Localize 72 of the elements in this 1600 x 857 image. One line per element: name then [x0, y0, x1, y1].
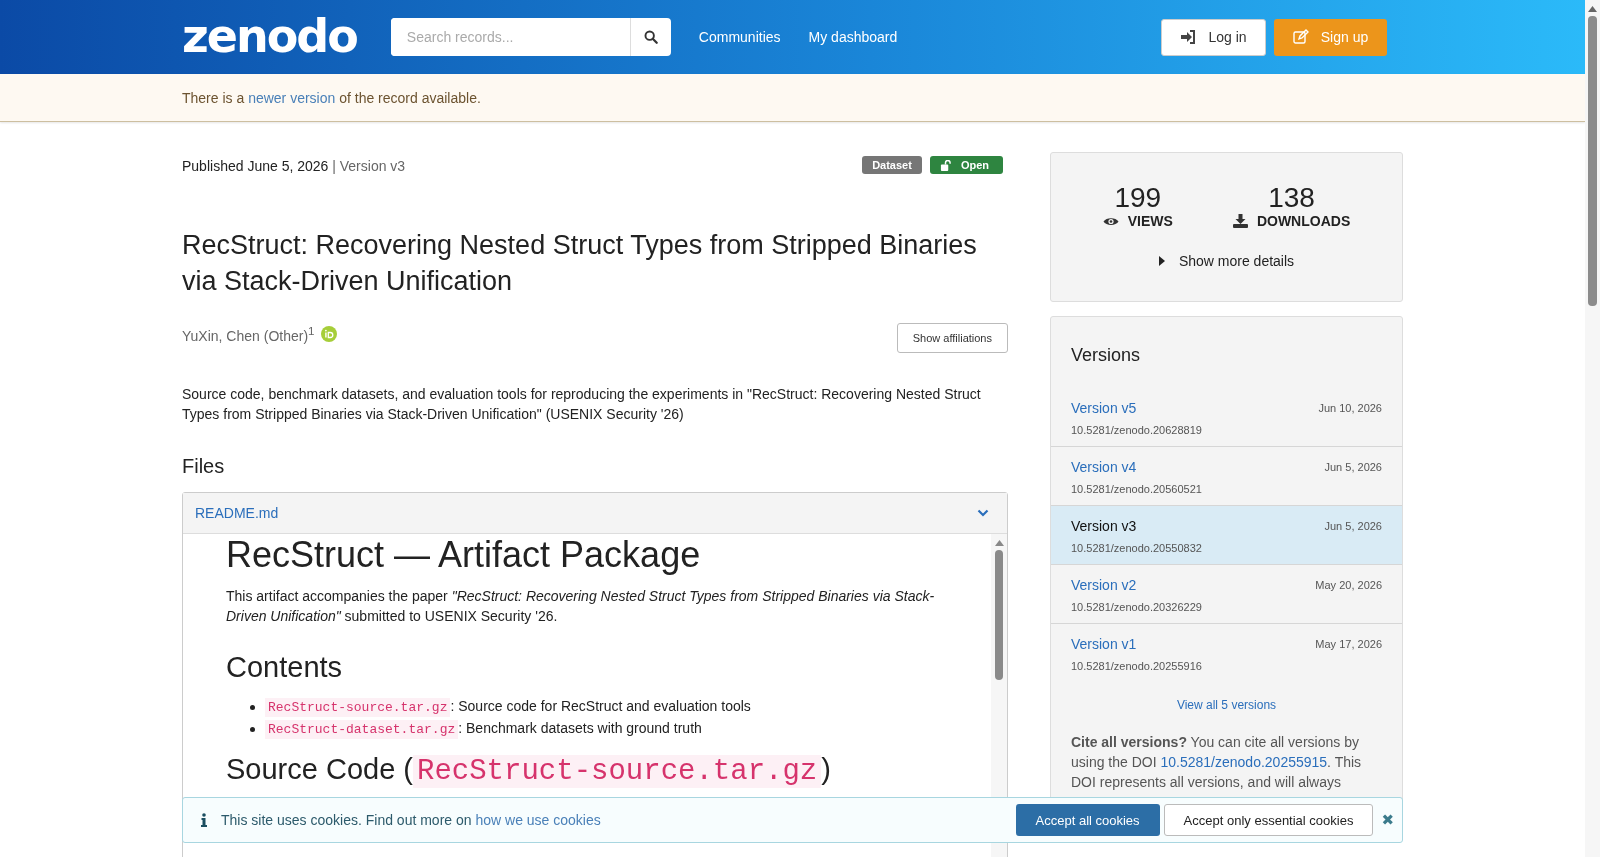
scrollbar-thumb[interactable]	[1588, 16, 1597, 306]
downloads-count: 138	[1268, 183, 1315, 213]
nav-link[interactable]: Communities	[698, 29, 781, 45]
sign-in-icon	[1180, 30, 1197, 44]
version-date: Jun 10, 2026	[1318, 402, 1382, 414]
version-doi: 10.5281/zenodo.20560521	[1071, 483, 1203, 495]
show-affiliations-button[interactable]: Show affiliations	[896, 323, 1008, 353]
version-date: Jun 5, 2026	[1324, 461, 1382, 473]
version-date: Jun 5, 2026	[1324, 520, 1382, 532]
publish-info: Published June 5, 2026 | Version v3	[182, 157, 406, 174]
version-doi: 10.5281/zenodo.20628819	[1071, 424, 1203, 436]
cookie-policy-link[interactable]: how we use cookies	[475, 812, 601, 828]
versions-heading: Versions	[1070, 344, 1142, 367]
version-date: May 17, 2026	[1315, 638, 1382, 650]
version-label: Version v4	[1071, 459, 1137, 475]
download-icon	[1232, 214, 1248, 228]
file-name[interactable]: README.md	[195, 505, 279, 521]
edit-icon	[1292, 29, 1309, 45]
readme-heading: Contents	[226, 650, 344, 684]
bullet-icon	[250, 726, 255, 732]
logo[interactable]: zenodo	[182, 8, 361, 66]
list-item: RecStruct-dataset.tar.gz : Benchmark datasets with ground truth	[265, 718, 702, 740]
scroll-up-icon[interactable]	[1588, 6, 1597, 12]
cite-all-versions-text: Cite all versions? You can cite all versions by using the DOI 10.5281/zenodo.20255915. This DOI represents all versions, and will always	[1071, 733, 1363, 792]
cookie-notice-text: This site uses cookies. Find out more on how we use cookies	[221, 812, 601, 828]
version-item[interactable]: Version v5 Jun 10, 2026 10.5281/zenodo.20628819	[1051, 388, 1402, 447]
version-label: Version v1	[1071, 636, 1137, 652]
nav-link[interactable]: My dashboard	[808, 29, 898, 45]
readme-paragraph: This artifact accompanies the paper "RecStruct: Recovering Nested Struct Types from Stripped Binaries via Stack-Driven Unification" submitted to USENIX Security '26.	[226, 587, 936, 626]
version-item[interactable]: Version v3 Jun 5, 2026 10.5281/zenodo.20550832	[1051, 506, 1402, 565]
close-button[interactable]: ✖	[1381, 811, 1394, 829]
record-title: RecStruct: Recovering Nested Struct Types from Stripped Binaries via Stack-Driven Unification	[182, 229, 978, 298]
accept-all-cookies-button[interactable]: Accept all cookies	[1015, 804, 1160, 836]
version-label: Version v2	[1071, 577, 1137, 593]
scrollbar-thumb[interactable]	[995, 550, 1003, 680]
search-icon	[643, 30, 658, 44]
search-field[interactable]: Search records...	[390, 18, 671, 56]
files-heading: Files	[182, 455, 226, 478]
version-label: Version v3	[1071, 518, 1137, 534]
accept-essential-cookies-button[interactable]: Accept only essential cookies	[1163, 804, 1374, 836]
version-item[interactable]: Version v2 May 20, 2026 10.5281/zenodo.20326229	[1051, 565, 1402, 624]
notice-text: There is a newer version of the record available.	[182, 89, 481, 106]
list-item: RecStruct-source.tar.gz : Source code for RecStruct and evaluation tools	[265, 696, 751, 718]
resource-type-badge: Dataset	[862, 156, 922, 174]
eye-icon	[1102, 215, 1119, 227]
bullet-icon	[250, 704, 255, 710]
access-badge: Open	[929, 156, 1003, 174]
scroll-up-icon[interactable]	[994, 540, 1004, 546]
views-label: VIEWS	[1127, 213, 1173, 229]
version-item[interactable]: Version v1 May 17, 2026 10.5281/zenodo.20255916	[1051, 624, 1402, 682]
login-button[interactable]: Log in	[1161, 18, 1266, 56]
page-scrollbar[interactable]	[1585, 0, 1600, 857]
chevron-down-icon[interactable]	[977, 509, 989, 517]
readme-heading: Source Code (RecStruct-source.tar.gz)	[226, 752, 832, 789]
caret-right-icon	[1158, 256, 1165, 266]
show-more-details-toggle[interactable]: Show more details	[1158, 253, 1295, 269]
view-all-versions-link[interactable]: View all 5 versions	[1051, 698, 1402, 712]
info-icon	[201, 813, 207, 827]
author-name[interactable]: YuXin, Chen (Other)$^{1}$	[182, 324, 315, 344]
newer-version-link[interactable]: newer version	[248, 89, 336, 106]
version-label: Version v5	[1071, 400, 1137, 416]
downloads-label: DOWNLOADS	[1256, 213, 1351, 229]
version-doi: 10.5281/zenodo.20255916	[1071, 660, 1203, 672]
orcid-icon[interactable]	[320, 326, 337, 342]
file-preview-header[interactable]: README.md	[183, 493, 1007, 534]
readme-title: RecStruct — Artifact Package	[226, 534, 702, 576]
version-doi: 10.5281/zenodo.20550832	[1071, 542, 1203, 554]
views-count: 199	[1114, 183, 1162, 213]
version-doi: 10.5281/zenodo.20326229	[1071, 601, 1203, 613]
record-description: Source code, benchmark datasets, and evaluation tools for reproducing the experiments in "RecStruct: Recovering Nested Struct Types from Stripped Binaries via Stack-Driven Unification" (USENIX Security '26)	[182, 385, 982, 424]
version-date: May 20, 2026	[1315, 579, 1382, 591]
unlock-icon	[939, 159, 951, 171]
